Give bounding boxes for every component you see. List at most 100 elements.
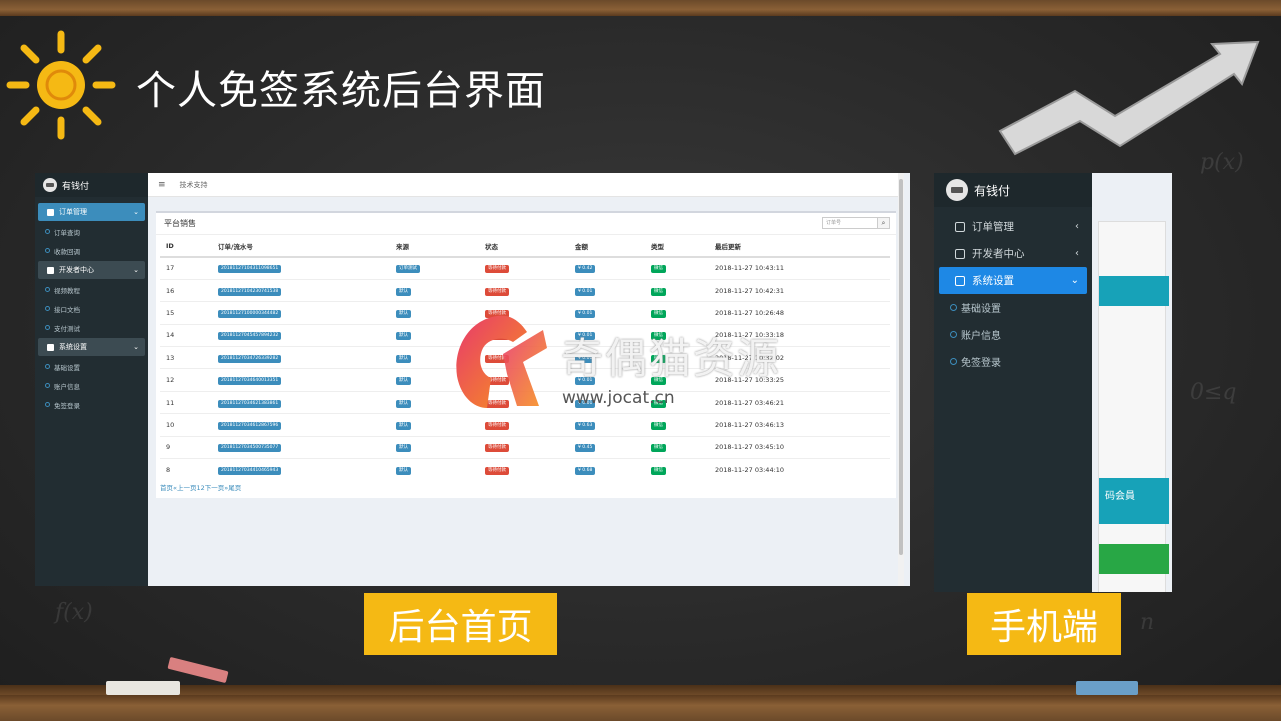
table-cell: 默认	[390, 435, 479, 459]
circle-icon	[45, 248, 50, 253]
table-cell: 等待付款	[479, 458, 569, 481]
circle-icon	[45, 306, 50, 311]
caption-desktop: 后台首页	[364, 593, 557, 655]
sidebar-item-api-docs[interactable]: 接口文档	[35, 299, 148, 318]
type-badge: 微信	[651, 287, 666, 296]
table-cell: 2018-11-27 03:44:10	[709, 458, 890, 481]
search-button[interactable]: ⌕	[878, 217, 890, 229]
sidebar-item-payment-test[interactable]: 支付测试	[35, 318, 148, 337]
pagination[interactable]: 首页«上一页12下一页»尾页	[160, 482, 241, 492]
cell-updated: 2018-11-27 10:42:31	[715, 286, 785, 295]
watermark-url: www.jocat.cn	[562, 388, 675, 408]
chevron-left-icon: ‹	[1075, 221, 1079, 232]
card-text: 码会員	[1105, 491, 1135, 502]
circle-icon	[45, 325, 50, 330]
sidebar-item-account-info[interactable]: 账户信息	[35, 376, 148, 395]
table-cell: 20181127034726339282	[212, 346, 390, 369]
table-cell: 20181127104311098651	[212, 256, 390, 280]
table-cell: 订单测试	[390, 256, 479, 280]
sidebar-item-system-settings[interactable]: 系统设置 ⌄	[38, 338, 145, 356]
hamburger-menu-icon[interactable]: ≡	[158, 180, 166, 190]
type-badge: 微信	[651, 466, 666, 475]
table-cell: 2018-11-27 10:43:11	[709, 256, 890, 280]
brand-name: 有钱付	[62, 181, 90, 192]
desktop-sidebar: 有钱付 订单管理 ⌄ 订单查询 收款回调 开发者中心 ⌄ 视频教程 接口文档 支…	[35, 173, 148, 586]
table-cell: 等待付款	[479, 256, 569, 280]
top-bar: ≡ 技术支持	[148, 173, 904, 197]
table-cell: 20181127034500735077	[212, 435, 390, 459]
circle-icon	[950, 331, 957, 338]
table-cell: 等待付款	[479, 435, 569, 459]
sidebar-item-order-query[interactable]: 订单查询	[35, 222, 148, 241]
column-header: 类型	[645, 235, 709, 258]
table-cell: 14	[160, 323, 212, 347]
scrollbar-thumb[interactable]	[899, 179, 903, 555]
circle-icon	[950, 304, 957, 311]
amount-label: ¥ 0.01	[575, 287, 596, 296]
type-badge: 微信	[651, 421, 666, 430]
column-header: 金额	[569, 235, 645, 258]
source-label: 订单测试	[396, 265, 420, 274]
cell-id: 15	[166, 308, 175, 317]
mobile-sub-account-info[interactable]: 账户信息	[934, 321, 1092, 348]
table-cell: 等待付款	[479, 278, 569, 302]
order-number-label: 20181127034500735077	[218, 444, 282, 453]
table-cell: 20181127034621383861	[212, 390, 390, 414]
order-number-label: 20181127034726339282	[218, 354, 282, 363]
table-row: 16 20181127104230741538 默认 等待付款 ¥ 0.01 微信 2018…	[160, 278, 890, 302]
sidebar-item-label: 收款回调	[54, 247, 80, 256]
mobile-sub-basic-settings[interactable]: 基础设置	[934, 294, 1092, 321]
table-row: 8 20181127034410465943 默认 等待付款 ¥ 0.68 微信 2018-…	[160, 458, 890, 481]
table-cell: 2018-11-27 10:42:31	[709, 278, 890, 302]
cell-id: 12	[166, 376, 175, 385]
cell-id: 13	[166, 353, 175, 362]
mobile-menu-order-management[interactable]: 订单管理 ‹	[939, 213, 1087, 240]
source-label: 默认	[396, 377, 411, 386]
sidebar-item-label: 开发者中心	[59, 266, 94, 274]
sidebar-item-basic-settings[interactable]: 基础设置	[35, 357, 148, 376]
sidebar-item-order-management[interactable]: 订单管理 ⌄	[38, 203, 145, 221]
cell-id: 17	[166, 264, 175, 273]
chalk-scribble: f(x)	[55, 600, 93, 625]
sidebar-item-payment-callback[interactable]: 收款回调	[35, 241, 148, 260]
order-number-label: 20181127034612867596	[218, 421, 282, 430]
edit-icon	[955, 275, 965, 286]
sidebar-item-label: 接口文档	[54, 305, 80, 314]
table-cell: 20181127034410465943	[212, 458, 390, 481]
content-panel: 码会員	[1098, 221, 1169, 592]
scrollbar[interactable]	[898, 173, 904, 586]
mobile-sub-free-sign-login[interactable]: 免签登录	[934, 348, 1092, 375]
sidebar-item-free-sign-login[interactable]: 免签登录	[35, 395, 148, 414]
cell-updated: 2018-11-27 03:44:10	[715, 465, 785, 474]
mobile-menu-developer-center[interactable]: 开发者中心 ‹	[939, 240, 1087, 267]
sidebar-item-label: 系统设置	[59, 343, 87, 351]
sidebar-item-video-tutorial[interactable]: 视频教程	[35, 280, 148, 299]
sidebar-item-developer-center[interactable]: 开发者中心 ⌄	[38, 261, 145, 279]
table-header-row: ID 订单/流水号 来源 状态 金额 类型 最后更新	[160, 235, 890, 258]
table-row: 9 20181127034500735077 默认 等待付款 ¥ 0.45 微信 2018-…	[160, 435, 890, 459]
table-cell: 默认	[390, 458, 479, 481]
amount-label: ¥ 0.42	[575, 265, 596, 274]
pie-chart-icon	[955, 221, 965, 232]
type-badge: 微信	[651, 265, 666, 274]
cell-id: 8	[166, 465, 171, 474]
table-cell: 微信	[645, 435, 709, 459]
search-input[interactable]: 订单号	[822, 217, 878, 229]
mobile-menu-system-settings[interactable]: 系统设置 ⌄	[939, 267, 1087, 294]
order-number-label: 20181127045457894232	[218, 332, 282, 341]
edit-icon	[47, 266, 54, 274]
logo-icon	[43, 178, 57, 192]
tech-support-link[interactable]: 技术支持	[180, 180, 208, 190]
brand-name: 有钱付	[974, 183, 1011, 198]
mobile-sidebar: 有钱付 订单管理 ‹ 开发者中心 ‹ 系统设置 ⌄ 基础设置 账户信息 免签登录	[934, 173, 1092, 592]
sidebar-item-label: 订单查询	[54, 228, 80, 237]
source-label: 默认	[396, 354, 411, 363]
cell-id: 16	[166, 286, 175, 295]
logo-icon	[946, 179, 968, 201]
table-cell: 微信	[645, 256, 709, 280]
cell-updated: 2018-11-27 03:46:13	[715, 420, 785, 429]
edit-icon	[47, 343, 54, 351]
chevron-down-icon: ⌄	[133, 208, 139, 216]
cell-updated: 2018-11-27 10:43:11	[715, 264, 785, 273]
search-group: 订单号 ⌕	[822, 217, 890, 229]
